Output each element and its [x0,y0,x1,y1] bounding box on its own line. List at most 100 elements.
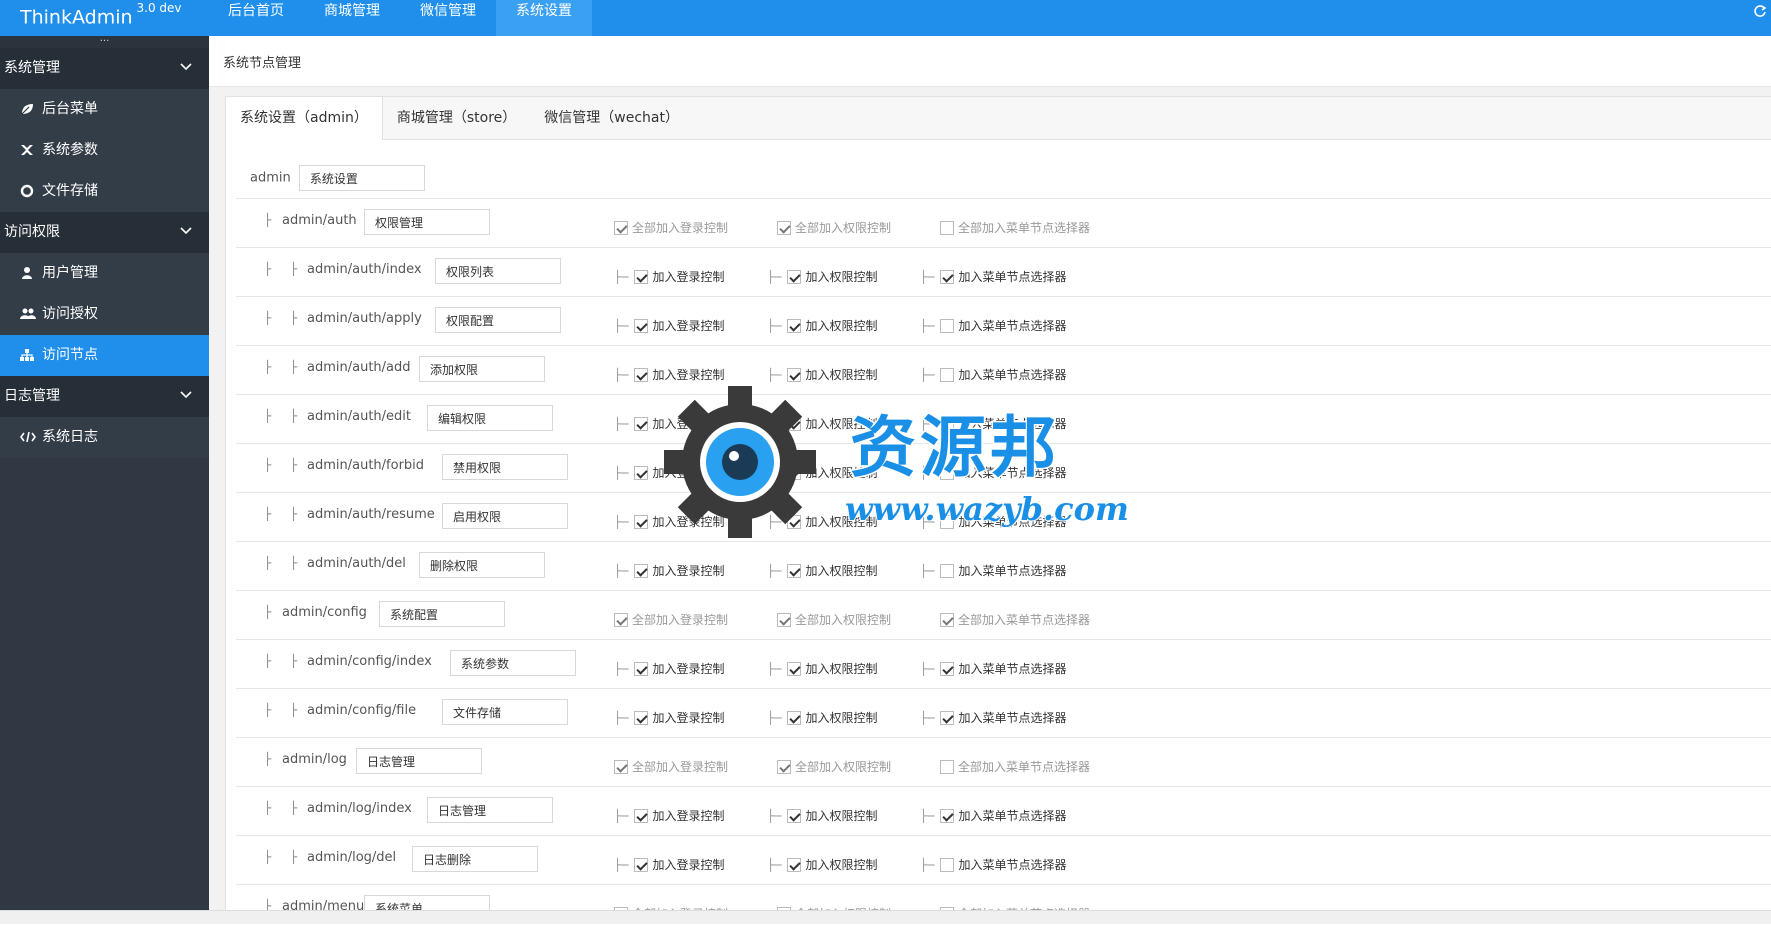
menu-checkbox[interactable]: ├─ 加入菜单节点选择器 [920,856,1066,873]
checkbox-box[interactable] [940,564,955,578]
sidebar-toggle[interactable]: ... [0,34,209,48]
node-name-input[interactable]: 添加权限 [419,356,545,382]
node-name-input[interactable]: 禁用权限 [442,454,568,480]
checkbox-box[interactable] [777,760,791,774]
menu-checkbox[interactable]: ├─ 加入菜单节点选择器 [920,562,1066,579]
checkbox-box[interactable] [940,809,955,823]
auth-checkbox[interactable]: ├─ 加入权限控制 [767,268,877,285]
sidebar-item-menu[interactable]: 后台菜单 [0,89,209,130]
menu-checkbox[interactable]: ├─ 加入菜单节点选择器 [920,268,1066,285]
auth-checkbox[interactable]: ├─ 加入权限控制 [767,807,877,824]
tab-admin[interactable]: 系统设置（admin） [226,97,383,140]
brand-logo[interactable]: ThinkAdmin 3.0 dev [20,0,182,36]
node-name-input[interactable]: 日志删除 [412,846,538,872]
auth-checkbox[interactable]: ├─ 加入权限控制 [767,709,877,726]
top-nav-store[interactable]: 商城管理 [304,0,400,36]
node-name-input[interactable]: 系统参数 [450,650,576,676]
checkbox-box[interactable] [787,417,802,431]
checkbox-box[interactable] [940,515,955,529]
checkbox-box[interactable] [777,613,791,627]
group-login-checkbox[interactable]: 全部加入登录控制 [614,758,728,775]
checkbox-box[interactable] [940,613,954,627]
group-menu-checkbox[interactable]: 全部加入菜单节点选择器 [940,219,1090,236]
refresh-icon[interactable] [1753,4,1767,18]
checkbox-box[interactable] [787,270,802,284]
checkbox-box[interactable] [940,466,955,480]
login-checkbox[interactable]: ├─ 加入登录控制 [614,660,724,677]
checkbox-box[interactable] [787,564,802,578]
checkbox-box[interactable] [634,662,649,676]
sidebar-group-access[interactable]: 访问权限 [0,212,209,253]
sidebar-item-storage[interactable]: 文件存储 [0,171,209,212]
checkbox-box[interactable] [634,368,649,382]
checkbox-box[interactable] [940,858,955,872]
node-name-input[interactable]: 编辑权限 [427,405,553,431]
checkbox-box[interactable] [940,417,955,431]
group-login-checkbox[interactable]: 全部加入登录控制 [614,611,728,628]
login-checkbox[interactable]: ├─ 加入登录控制 [614,415,724,432]
checkbox-box[interactable] [787,515,802,529]
group-login-checkbox[interactable]: 全部加入登录控制 [614,219,728,236]
node-name-input[interactable]: 日志管理 [356,748,482,774]
node-name-input[interactable]: 启用权限 [442,503,568,529]
checkbox-box[interactable] [614,221,628,235]
sidebar-item-auth[interactable]: 访问授权 [0,294,209,335]
checkbox-box[interactable] [777,221,791,235]
login-checkbox[interactable]: ├─ 加入登录控制 [614,513,724,530]
checkbox-box[interactable] [634,858,649,872]
checkbox-box[interactable] [940,319,955,333]
menu-checkbox[interactable]: ├─ 加入菜单节点选择器 [920,709,1066,726]
node-name-input[interactable]: 权限管理 [364,209,490,235]
login-checkbox[interactable]: ├─ 加入登录控制 [614,709,724,726]
node-name-input[interactable]: 删除权限 [419,552,545,578]
login-checkbox[interactable]: ├─ 加入登录控制 [614,268,724,285]
group-menu-checkbox[interactable]: 全部加入菜单节点选择器 [940,758,1090,775]
horizontal-scrollbar[interactable] [0,910,1771,924]
sidebar-group-system[interactable]: 系统管理 [0,48,209,89]
auth-checkbox[interactable]: ├─ 加入权限控制 [767,415,877,432]
root-node-name-input[interactable]: 系统设置 [298,165,425,191]
auth-checkbox[interactable]: ├─ 加入权限控制 [767,513,877,530]
top-nav-wechat[interactable]: 微信管理 [400,0,496,36]
auth-checkbox[interactable]: ├─ 加入权限控制 [767,366,877,383]
node-name-input[interactable]: 权限配置 [435,307,561,333]
checkbox-box[interactable] [634,270,649,284]
node-name-input[interactable]: 文件存储 [442,699,568,725]
auth-checkbox[interactable]: ├─ 加入权限控制 [767,660,877,677]
checkbox-box[interactable] [634,564,649,578]
login-checkbox[interactable]: ├─ 加入登录控制 [614,317,724,334]
node-name-input[interactable]: 权限列表 [435,258,561,284]
login-checkbox[interactable]: ├─ 加入登录控制 [614,856,724,873]
auth-checkbox[interactable]: ├─ 加入权限控制 [767,562,877,579]
checkbox-box[interactable] [614,613,628,627]
group-auth-checkbox[interactable]: 全部加入权限控制 [777,611,891,628]
checkbox-box[interactable] [634,466,649,480]
checkbox-box[interactable] [940,368,955,382]
checkbox-box[interactable] [787,319,802,333]
checkbox-box[interactable] [787,662,802,676]
auth-checkbox[interactable]: ├─ 加入权限控制 [767,856,877,873]
checkbox-box[interactable] [614,760,628,774]
checkbox-box[interactable] [787,368,802,382]
menu-checkbox[interactable]: ├─ 加入菜单节点选择器 [920,513,1066,530]
menu-checkbox[interactable]: ├─ 加入菜单节点选择器 [920,366,1066,383]
checkbox-box[interactable] [634,809,649,823]
sidebar-item-nodes[interactable]: 访问节点 [0,335,209,376]
checkbox-box[interactable] [787,711,802,725]
checkbox-box[interactable] [940,221,954,235]
checkbox-box[interactable] [940,711,955,725]
node-name-input[interactable]: 日志管理 [427,797,553,823]
sidebar-item-params[interactable]: 系统参数 [0,130,209,171]
menu-checkbox[interactable]: ├─ 加入菜单节点选择器 [920,660,1066,677]
menu-checkbox[interactable]: ├─ 加入菜单节点选择器 [920,464,1066,481]
checkbox-box[interactable] [940,760,954,774]
tab-wechat[interactable]: 微信管理（wechat） [530,97,693,139]
login-checkbox[interactable]: ├─ 加入登录控制 [614,366,724,383]
menu-checkbox[interactable]: ├─ 加入菜单节点选择器 [920,415,1066,432]
tab-store[interactable]: 商城管理（store） [383,97,530,139]
top-nav-home[interactable]: 后台首页 [208,0,304,36]
node-name-input[interactable]: 系统配置 [379,601,505,627]
login-checkbox[interactable]: ├─ 加入登录控制 [614,562,724,579]
group-auth-checkbox[interactable]: 全部加入权限控制 [777,758,891,775]
checkbox-box[interactable] [940,662,955,676]
